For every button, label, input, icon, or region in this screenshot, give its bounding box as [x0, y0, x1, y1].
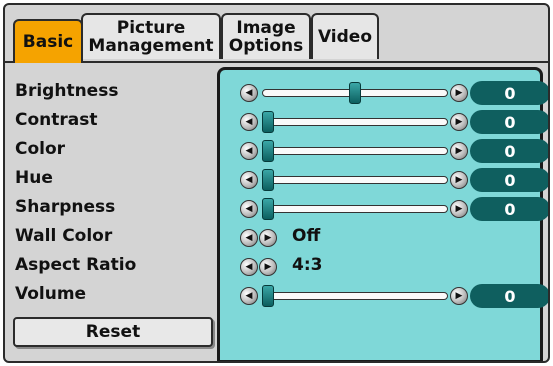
- right-arrow-icon[interactable]: ▶: [450, 287, 468, 305]
- volume-row: ◀ ▶ 0: [220, 283, 548, 309]
- wall-color-value: Off: [292, 226, 321, 246]
- left-arrow-icon[interactable]: ◀: [240, 258, 258, 276]
- hue-label: Hue: [15, 168, 53, 188]
- right-arrow-icon[interactable]: ▶: [450, 142, 468, 160]
- right-arrow-icon[interactable]: ▶: [259, 258, 277, 276]
- left-arrow-icon[interactable]: ◀: [240, 171, 258, 189]
- hue-slider-thumb[interactable]: [262, 169, 274, 191]
- tab-picture-management-line1: Picture: [116, 18, 186, 38]
- aspect-ratio-label: Aspect Ratio: [15, 255, 137, 275]
- contrast-value: 0: [470, 110, 548, 134]
- tab-divider: [5, 61, 548, 63]
- volume-slider-track[interactable]: [262, 292, 448, 300]
- wall-color-label: Wall Color: [15, 226, 113, 246]
- volume-label: Volume: [15, 284, 87, 304]
- left-arrow-icon[interactable]: ◀: [240, 287, 258, 305]
- right-arrow-icon[interactable]: ▶: [450, 84, 468, 102]
- contrast-row: ◀ ▶ 0: [220, 109, 548, 135]
- left-arrow-icon[interactable]: ◀: [240, 84, 258, 102]
- volume-value: 0: [470, 284, 548, 308]
- hue-value: 0: [470, 168, 548, 192]
- color-label: Color: [15, 139, 66, 159]
- right-arrow-icon[interactable]: ▶: [450, 200, 468, 218]
- right-arrow-icon[interactable]: ▶: [450, 171, 468, 189]
- right-arrow-icon[interactable]: ▶: [450, 113, 468, 131]
- aspect-ratio-value: 4:3: [292, 255, 323, 275]
- wall-color-row: ◀ ▶ Off: [220, 225, 540, 251]
- color-slider-thumb[interactable]: [262, 140, 274, 162]
- sharpness-value: 0: [470, 197, 548, 221]
- contrast-slider-track[interactable]: [262, 118, 448, 126]
- sharpness-slider-thumb[interactable]: [262, 198, 274, 220]
- left-arrow-icon[interactable]: ◀: [240, 229, 258, 247]
- brightness-slider-thumb[interactable]: [349, 82, 361, 104]
- color-slider-track[interactable]: [262, 147, 448, 155]
- hue-row: ◀ ▶ 0: [220, 167, 548, 193]
- tab-video-label: Video: [317, 27, 373, 47]
- tab-image-options-line2: Options: [228, 36, 304, 56]
- aspect-ratio-row: ◀ ▶ 4:3: [220, 254, 540, 280]
- settings-panel: ◀ ▶ 0 ◀ ▶ 0 ◀ ▶ 0 ◀ ▶ 0 ◀ ▶ 0 ◀ ▶ Off ◀ …: [217, 67, 548, 361]
- tab-video[interactable]: Video: [311, 13, 379, 59]
- tab-basic[interactable]: Basic: [13, 19, 83, 63]
- tab-picture-management-line2: Management: [88, 36, 214, 56]
- contrast-slider-thumb[interactable]: [262, 111, 274, 133]
- right-arrow-icon[interactable]: ▶: [259, 229, 277, 247]
- settings-window: Basic Picture Management Image Options V…: [3, 3, 550, 363]
- color-row: ◀ ▶ 0: [220, 138, 548, 164]
- brightness-row: ◀ ▶ 0: [220, 80, 548, 106]
- contrast-label: Contrast: [15, 110, 98, 130]
- sharpness-row: ◀ ▶ 0: [220, 196, 548, 222]
- tab-picture-management[interactable]: Picture Management: [81, 13, 221, 59]
- brightness-value: 0: [470, 81, 548, 105]
- brightness-label: Brightness: [15, 81, 119, 101]
- left-arrow-icon[interactable]: ◀: [240, 113, 258, 131]
- left-arrow-icon[interactable]: ◀: [240, 200, 258, 218]
- hue-slider-track[interactable]: [262, 176, 448, 184]
- color-value: 0: [470, 139, 548, 163]
- volume-slider-thumb[interactable]: [262, 285, 274, 307]
- tab-basic-label: Basic: [22, 32, 74, 52]
- tab-image-options[interactable]: Image Options: [221, 13, 311, 59]
- left-arrow-icon[interactable]: ◀: [240, 142, 258, 160]
- sharpness-label: Sharpness: [15, 197, 116, 217]
- tab-image-options-line1: Image: [236, 18, 296, 38]
- tab-bar: Basic Picture Management Image Options V…: [5, 5, 548, 63]
- sharpness-slider-track[interactable]: [262, 205, 448, 213]
- reset-button[interactable]: Reset: [13, 317, 213, 347]
